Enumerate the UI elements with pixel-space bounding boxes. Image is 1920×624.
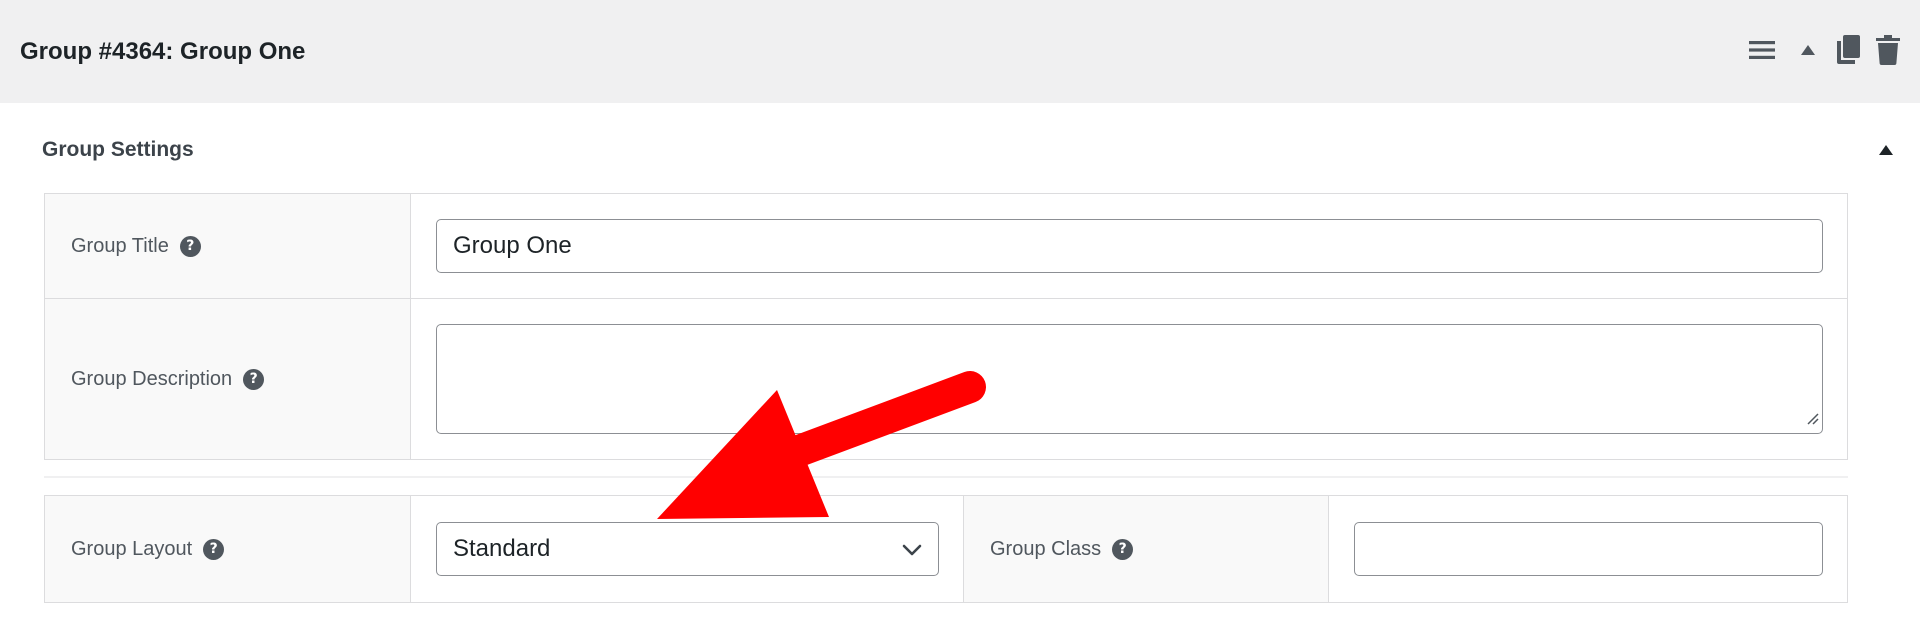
group-title-input[interactable] bbox=[436, 219, 1823, 273]
help-icon[interactable]: ? bbox=[179, 235, 201, 257]
group-layout-select[interactable]: Standard bbox=[436, 522, 939, 576]
group-title-label-cell: Group Title ? bbox=[45, 194, 411, 298]
group-layout-field-cell: Standard bbox=[411, 496, 964, 602]
section-title: Group Settings bbox=[42, 138, 194, 161]
group-class-field-cell bbox=[1329, 496, 1847, 602]
help-icon[interactable]: ? bbox=[243, 368, 265, 390]
group-layout-label-cell: Group Layout ? bbox=[45, 496, 411, 602]
group-header-bar: Group #4364: Group One bbox=[0, 0, 1920, 103]
collapse-toggle-icon[interactable] bbox=[1874, 138, 1898, 162]
group-description-label-cell: Group Description ? bbox=[45, 299, 411, 459]
group-class-label-cell: Group Class ? bbox=[964, 496, 1329, 602]
group-description-textarea[interactable] bbox=[436, 324, 1823, 434]
group-class-input[interactable] bbox=[1354, 522, 1823, 576]
triangle-up-icon[interactable] bbox=[1794, 30, 1822, 70]
group-class-label: Group Class bbox=[990, 537, 1102, 560]
group-settings-table: Group Title ? Group Description ? bbox=[44, 193, 1848, 460]
group-editor-page: Group #4364: Group One Group Settings Gr… bbox=[0, 0, 1920, 624]
help-icon[interactable]: ? bbox=[1112, 538, 1134, 560]
group-description-label: Group Description bbox=[71, 367, 233, 390]
help-icon[interactable]: ? bbox=[203, 538, 225, 560]
trash-icon[interactable] bbox=[1874, 30, 1902, 70]
group-title-field-cell bbox=[411, 194, 1847, 298]
group-layout-table: Group Layout ? Standard Group Class ? bbox=[44, 495, 1848, 603]
resize-grip-icon[interactable] bbox=[1805, 411, 1819, 430]
chevron-down-icon bbox=[902, 535, 922, 563]
group-layout-row: Group Layout ? Standard Group Class ? bbox=[45, 496, 1847, 602]
copy-icon[interactable] bbox=[1832, 30, 1864, 70]
group-layout-label: Group Layout bbox=[71, 537, 193, 560]
group-description-field-cell bbox=[411, 299, 1847, 459]
header-actions bbox=[1742, 30, 1902, 70]
group-title-label: Group Title bbox=[71, 234, 169, 257]
group-header-title: Group #4364: Group One bbox=[20, 38, 306, 65]
group-layout-selected-value: Standard bbox=[453, 535, 551, 562]
group-description-row: Group Description ? bbox=[45, 298, 1847, 459]
menu-icon[interactable] bbox=[1742, 30, 1782, 70]
group-title-row: Group Title ? bbox=[45, 194, 1847, 298]
section-divider bbox=[44, 476, 1848, 478]
